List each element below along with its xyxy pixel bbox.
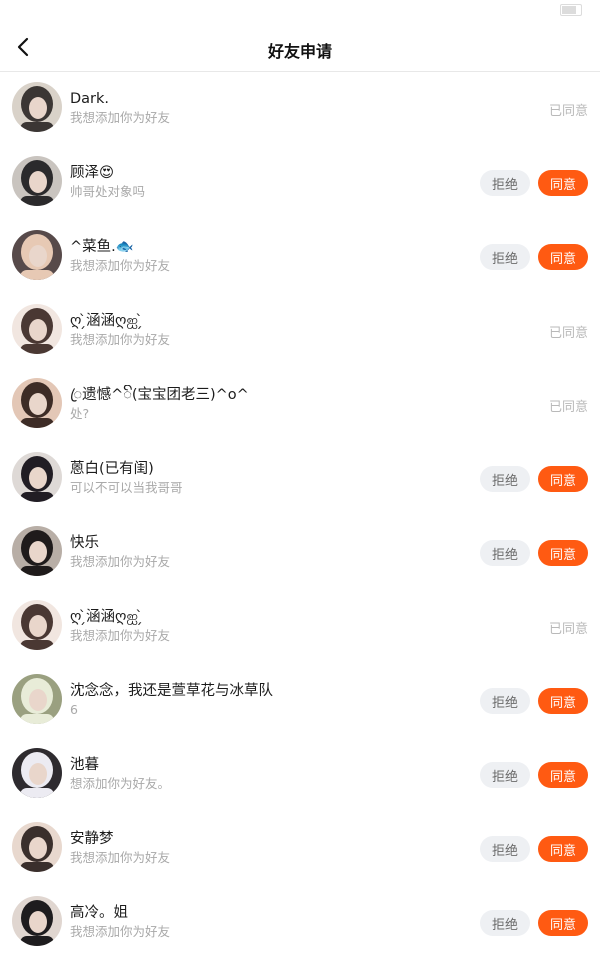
agreed-status: 已同意: [548, 399, 588, 415]
request-text: 沈念念，我还是萱草花与冰草队 6: [70, 681, 460, 719]
list-item[interactable]: ღ ̗̀涵涵ღஐ ̗̀ 我想添加你为好友 已同意: [0, 590, 600, 664]
request-message: 想添加你为好友。: [70, 776, 171, 791]
request-message: 我想添加你为好友: [70, 554, 171, 569]
request-message: 帅哥处对象吗: [70, 184, 146, 199]
agreed-status: 已同意: [548, 103, 588, 119]
list-item[interactable]: Dark. 我想添加你为好友 已同意: [0, 72, 600, 146]
request-name: 蒽白(已有闺): [70, 461, 154, 477]
request-actions: 拒绝 同意: [480, 664, 588, 738]
avatar[interactable]: [12, 304, 62, 354]
request-message: 我想添加你为好友: [70, 258, 171, 273]
list-item[interactable]: 顾泽😍 帅哥处对象吗 拒绝 同意: [0, 146, 600, 220]
header: 好友申请: [0, 24, 600, 72]
avatar[interactable]: [12, 230, 62, 280]
request-message: 我想添加你为好友: [70, 628, 171, 643]
request-text: Dark. 我想添加你为好友: [70, 89, 460, 127]
list-item[interactable]: 蒽白(已有闺) 可以不可以当我哥哥 拒绝 同意: [0, 442, 600, 516]
request-actions: 拒绝 同意: [480, 738, 588, 812]
request-text: ღ ̗̀涵涵ღஐ ̗̀ 我想添加你为好友: [70, 311, 460, 349]
request-message: 可以不可以当我哥哥: [70, 480, 183, 495]
request-name: ꦿ遗憾^ꦼ(宝宝团老三)^o^: [70, 387, 249, 403]
request-name: 沈念念，我还是萱草花与冰草队: [70, 683, 273, 699]
request-message: 我想添加你为好友: [70, 332, 171, 347]
request-text: ^菜鱼.🐟 我想添加你为好友: [70, 237, 460, 275]
reject-button[interactable]: 拒绝: [480, 836, 530, 862]
accept-button[interactable]: 同意: [538, 466, 588, 492]
request-name: 安静梦: [70, 831, 114, 847]
reject-button[interactable]: 拒绝: [480, 762, 530, 788]
list-item[interactable]: ღ ̗̀涵涵ღஐ ̗̀ 我想添加你为好友 已同意: [0, 294, 600, 368]
request-actions: 已同意: [549, 368, 588, 442]
list-item[interactable]: 沈念念，我还是萱草花与冰草队 6 拒绝 同意: [0, 664, 600, 738]
request-text: 快乐我想添加你为好友: [70, 533, 460, 571]
reject-button[interactable]: 拒绝: [480, 688, 530, 714]
list-item[interactable]: 安静梦 我想添加你为好友 拒绝 同意: [0, 812, 600, 886]
accept-button[interactable]: 同意: [538, 910, 588, 936]
avatar[interactable]: [12, 896, 62, 946]
request-message: 我想添加你为好友: [70, 110, 171, 125]
list-item[interactable]: 快乐 我想添加你为好友 拒绝 同意: [0, 516, 600, 590]
list-item[interactable]: 高冷。姐 我想添加你为好友 拒绝 同意: [0, 886, 600, 960]
request-message: 处?: [70, 406, 90, 421]
request-text: 蒽白(已有闺) 可以不可以当我哥哥: [70, 459, 460, 497]
status-indicators: [560, 4, 582, 16]
list-item[interactable]: ^菜鱼.🐟 我想添加你为好友 拒绝 同意: [0, 220, 600, 294]
request-name: ღ ̗̀涵涵ღஐ ̗̀: [70, 609, 143, 625]
avatar[interactable]: [12, 600, 62, 650]
request-actions: 已同意: [549, 72, 588, 146]
request-message: 我想添加你为好友: [70, 850, 171, 865]
request-actions: 拒绝 同意: [480, 516, 588, 590]
list-item[interactable]: ꦿ遗憾^ꦼ(宝宝团老三)^o^ 处? 已同意: [0, 368, 600, 442]
request-actions: 拒绝 同意: [480, 812, 588, 886]
accept-button[interactable]: 同意: [538, 688, 588, 714]
friend-request-list: Dark. 我想添加你为好友 已同意 顾泽😍 帅哥处对象吗 拒绝 同意 ^菜鱼.🐟 我想添加你为…: [0, 72, 600, 960]
request-name: Dark.: [70, 91, 110, 107]
request-text: 高冷。姐我想添加你为好友: [70, 903, 460, 941]
accept-button[interactable]: 同意: [538, 540, 588, 566]
accept-button[interactable]: 同意: [538, 170, 588, 196]
request-name: 高冷。姐: [70, 905, 128, 921]
accept-button[interactable]: 同意: [538, 762, 588, 788]
reject-button[interactable]: 拒绝: [480, 244, 530, 270]
battery-icon: [560, 4, 582, 16]
request-text: 安静梦我想添加你为好友: [70, 829, 460, 867]
status-bar: [0, 0, 600, 24]
request-text: 池暮想添加你为好友。: [70, 755, 460, 793]
request-message: 我想添加你为好友: [70, 924, 171, 939]
request-name: ღ ̗̀涵涵ღஐ ̗̀: [70, 313, 143, 329]
request-name: 池暮: [70, 757, 99, 773]
avatar[interactable]: [12, 378, 62, 428]
request-name: 顾泽😍: [70, 165, 115, 181]
reject-button[interactable]: 拒绝: [480, 466, 530, 492]
accept-button[interactable]: 同意: [538, 836, 588, 862]
request-name: 快乐: [70, 535, 99, 551]
avatar[interactable]: [12, 452, 62, 502]
avatar[interactable]: [12, 526, 62, 576]
request-text: ꦿ遗憾^ꦼ(宝宝团老三)^o^ 处?: [70, 385, 460, 423]
list-item[interactable]: 池暮 想添加你为好友。 拒绝 同意: [0, 738, 600, 812]
avatar[interactable]: [12, 674, 62, 724]
request-actions: 拒绝 同意: [480, 442, 588, 516]
request-actions: 拒绝 同意: [480, 220, 588, 294]
request-text: 顾泽😍 帅哥处对象吗: [70, 163, 460, 201]
avatar[interactable]: [12, 82, 62, 132]
agreed-status: 已同意: [548, 621, 588, 637]
request-actions: 拒绝 同意: [480, 886, 588, 960]
accept-button[interactable]: 同意: [538, 244, 588, 270]
request-name: ^菜鱼.🐟: [70, 239, 134, 255]
reject-button[interactable]: 拒绝: [480, 540, 530, 566]
request-message: 6: [70, 702, 78, 717]
request-actions: 拒绝 同意: [480, 146, 588, 220]
reject-button[interactable]: 拒绝: [480, 170, 530, 196]
avatar[interactable]: [12, 748, 62, 798]
request-actions: 已同意: [549, 294, 588, 368]
request-text: ღ ̗̀涵涵ღஐ ̗̀ 我想添加你为好友: [70, 607, 460, 645]
page-title: 好友申请: [267, 42, 332, 61]
avatar[interactable]: [12, 822, 62, 872]
agreed-status: 已同意: [548, 325, 588, 341]
reject-button[interactable]: 拒绝: [480, 910, 530, 936]
avatar[interactable]: [12, 156, 62, 206]
request-actions: 已同意: [549, 590, 588, 664]
